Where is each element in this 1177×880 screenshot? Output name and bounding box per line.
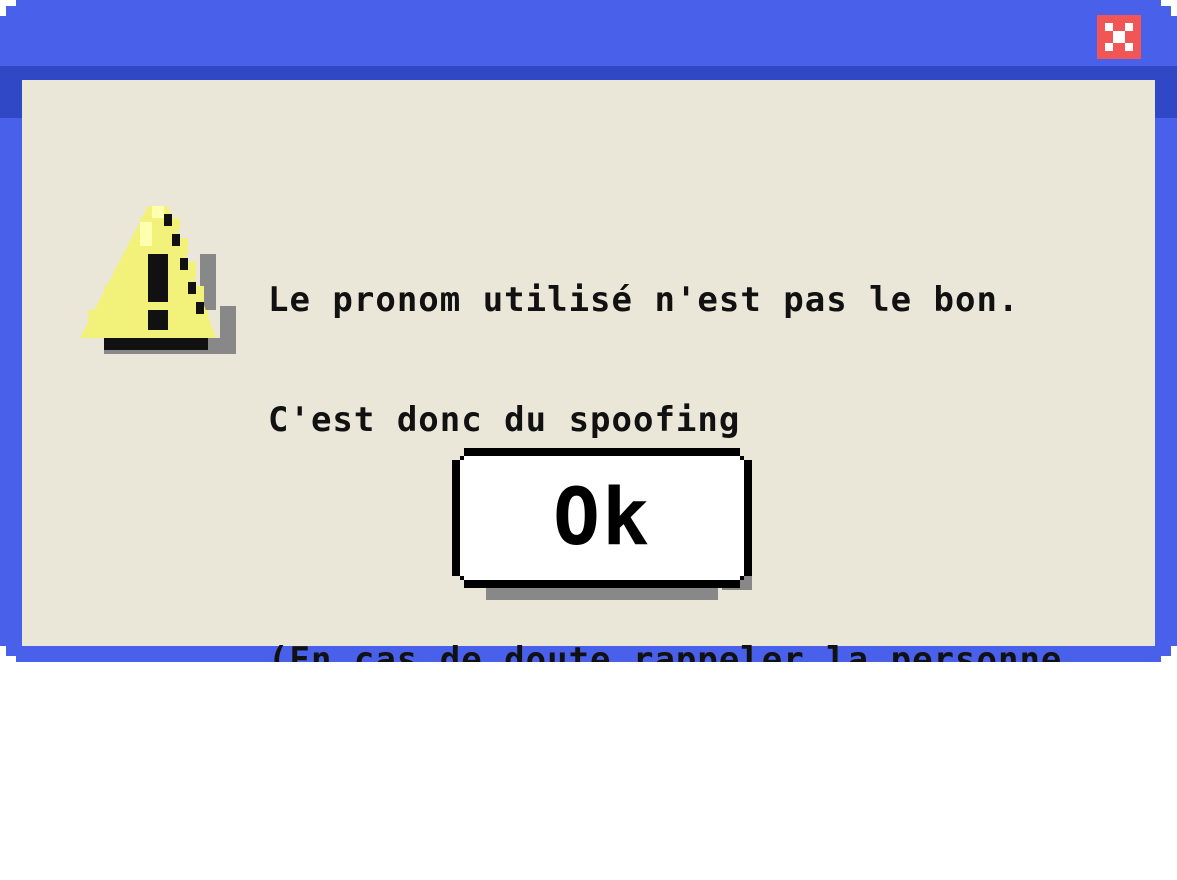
dialog-window: Le pronom utilisé n'est pas le bon. C'es… — [0, 0, 1177, 662]
close-button[interactable] — [1097, 15, 1141, 59]
ok-button[interactable]: Ok — [452, 448, 752, 588]
warning-triangle-icon — [80, 206, 236, 354]
message-line: C'est donc du spoofing — [268, 400, 741, 440]
close-icon — [1097, 15, 1141, 59]
title-bar[interactable] — [6, 6, 1171, 68]
ok-button-label: Ok — [553, 473, 651, 563]
message-line: pour déjouer cette attaque) — [268, 760, 848, 800]
message-line: Le pronom utilisé n'est pas le bon. — [268, 280, 1020, 320]
message-line: (En cas de doute rappeler la personne — [268, 640, 1063, 680]
